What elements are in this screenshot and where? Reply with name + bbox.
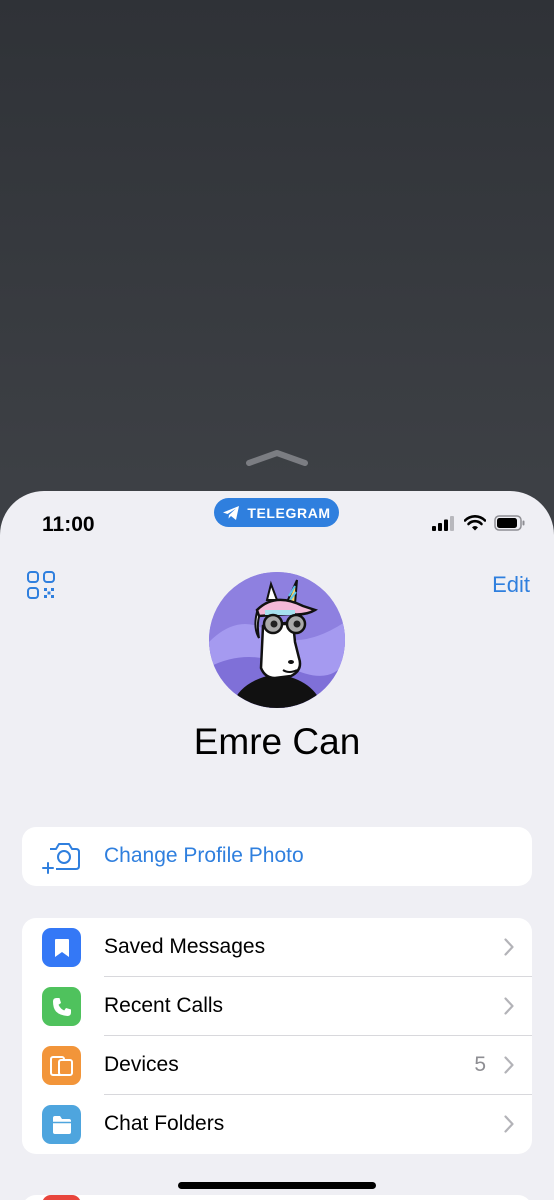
cellular-signal-icon <box>432 515 454 531</box>
app-name: TELEGRAM <box>247 504 331 521</box>
unicorn-avatar-icon <box>209 572 345 708</box>
menu-item-label: Chat Folders <box>104 1112 225 1135</box>
menu-item-devices[interactable]: Devices 5 <box>22 1036 532 1095</box>
home-indicator[interactable] <box>178 1182 376 1189</box>
avatar[interactable] <box>209 572 345 708</box>
profile-sheet: 11:00 TELEGRAM Edit Emre Can Change Prof… <box>0 491 554 1200</box>
phone-icon <box>42 987 81 1026</box>
chevron-right-icon <box>504 1056 514 1074</box>
back-to-app-pill[interactable]: TELEGRAM <box>214 498 339 527</box>
devices-count: 5 <box>474 1053 486 1076</box>
change-profile-photo-button[interactable]: Change Profile Photo <box>22 827 532 886</box>
settings-row-icon <box>42 1195 81 1200</box>
qr-code-icon[interactable] <box>26 570 56 600</box>
chevron-right-icon <box>504 997 514 1015</box>
next-settings-section <box>22 1195 532 1200</box>
wifi-icon <box>464 515 486 531</box>
profile-name: Emre Can <box>193 721 361 762</box>
edit-button[interactable]: Edit <box>492 572 530 598</box>
camera-add-icon <box>42 843 80 874</box>
pull-up-handle[interactable] <box>245 449 309 467</box>
status-time: 11:00 <box>42 513 95 536</box>
chevron-right-icon <box>504 938 514 956</box>
menu-item-label: Saved Messages <box>104 935 266 958</box>
status-bar: 11:00 TELEGRAM <box>0 491 554 551</box>
bookmark-icon <box>42 928 81 967</box>
telegram-icon <box>223 505 240 520</box>
folder-icon <box>42 1105 81 1144</box>
menu-item-recent-calls[interactable]: Recent Calls <box>22 977 532 1036</box>
chevron-right-icon <box>504 1115 514 1133</box>
menu-item-label: Devices <box>104 1053 179 1076</box>
menu-item-label: Recent Calls <box>104 994 224 1017</box>
settings-menu: Saved Messages Recent Calls Devices 5 Ch… <box>22 918 532 1154</box>
battery-icon <box>494 515 525 531</box>
menu-item-saved-messages[interactable]: Saved Messages <box>22 918 532 977</box>
menu-item-chat-folders[interactable]: Chat Folders <box>22 1095 532 1154</box>
status-icons <box>432 515 526 531</box>
devices-icon <box>42 1046 81 1085</box>
change-profile-photo-label: Change Profile Photo <box>104 844 304 867</box>
